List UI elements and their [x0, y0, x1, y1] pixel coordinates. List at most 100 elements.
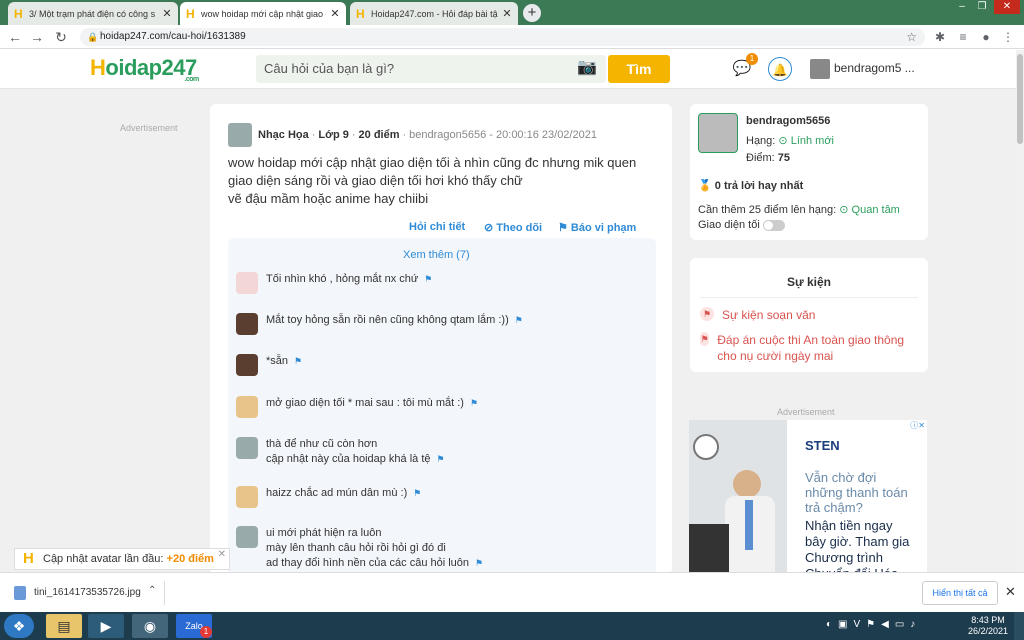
new-tab-button[interactable]: + — [523, 4, 541, 22]
media-icon[interactable]: ≡ — [955, 29, 971, 45]
follow-button[interactable]: ⊘ Theo dõi — [484, 221, 542, 234]
ad-label: Advertisement — [777, 407, 835, 417]
back-icon[interactable]: ← — [6, 28, 24, 46]
comment-item: Mắt toy hỏng sẵn rồi nên cũng không qtam… — [236, 313, 523, 335]
avatar[interactable] — [236, 354, 258, 376]
browser-tab-strip: H 3/ Một trạm phát điện có công s ✕ H wo… — [0, 0, 1024, 25]
avatar[interactable] — [698, 113, 738, 153]
report-button[interactable]: ⚑ Báo vi phạm — [558, 221, 636, 234]
ad-close-icon[interactable]: ⓘ✕ — [907, 420, 925, 430]
flag-icon[interactable]: ⚑ — [437, 454, 445, 464]
avatar[interactable] — [236, 396, 258, 418]
comment-item: Tối nhìn khó , hỏng mắt nx chứ ⚑ — [236, 272, 432, 294]
flag-icon: ⚑ — [700, 307, 714, 321]
author-time: bendragon5656 - 20:00:16 23/02/2021 — [409, 129, 597, 141]
comment-text: mở giao diện tối * mai sau : tôi mù mắt … — [266, 397, 464, 409]
flag-icon[interactable]: ⚑ — [515, 315, 523, 325]
username[interactable]: bendragom5 ... — [834, 61, 915, 75]
clock[interactable]: 8:43 PM 26/2/2021 — [966, 615, 1010, 637]
browser-tab[interactable]: H 3/ Một trạm phát điện có công s ✕ — [8, 2, 178, 25]
comment-item: *sẵn ⚑ — [236, 354, 302, 376]
close-icon[interactable]: ✕ — [218, 545, 226, 565]
close-window-icon[interactable]: ✕ — [994, 0, 1020, 14]
tab-title: 3/ Một trạm phát điện có công s — [29, 8, 156, 19]
comment-text: *sẵn — [266, 355, 289, 367]
folder-icon[interactable]: ▤ — [46, 614, 82, 638]
camera-icon[interactable]: 📷 — [576, 57, 598, 79]
hoidap-favicon: H — [186, 6, 195, 21]
flag-icon: ⚑ — [558, 222, 571, 234]
hoidap-favicon: H — [356, 6, 365, 21]
browser-tab[interactable]: H Hoidap247.com - Hỏi đáp bài tập ✕ — [350, 2, 518, 25]
avatar[interactable] — [236, 313, 258, 335]
start-icon[interactable]: ❖ — [4, 614, 34, 638]
media-player-icon[interactable]: ▶ — [88, 614, 124, 638]
rank-icon: ⊙ — [839, 204, 849, 216]
close-tab-icon[interactable]: ✕ — [162, 7, 172, 20]
comment-item: ui mới phát hiện ra luôn mày lên thanh câ… — [236, 526, 483, 571]
forward-icon[interactable]: → — [28, 28, 46, 46]
scrollbar-thumb[interactable] — [1017, 54, 1023, 144]
flag-icon[interactable]: ⚑ — [413, 488, 421, 498]
ad-line2: Nhận tiền ngay bây giờ. Tham gia Chương … — [805, 518, 910, 572]
scrollbar[interactable] — [1016, 50, 1024, 572]
comment-item: mở giao diện tối * mai sau : tôi mù mắt … — [236, 396, 478, 418]
follow-icon: ⊘ — [484, 222, 497, 234]
ad-line1: Vẫn chờ đợi những thanh toán trả chậm? — [805, 470, 908, 515]
dark-mode-toggle[interactable] — [762, 219, 785, 231]
flag-icon[interactable]: ⚑ — [475, 558, 483, 568]
chevron-up-icon[interactable]: ⌃ — [148, 585, 156, 596]
bookmark-star-icon[interactable]: ☆ — [906, 28, 917, 46]
flag-icon[interactable]: ⚑ — [294, 356, 302, 366]
menu-icon[interactable]: ⋮ — [1000, 29, 1016, 45]
avatar[interactable] — [236, 272, 258, 294]
show-all-button[interactable]: Hiển thị tất cả — [922, 581, 998, 605]
subject-label[interactable]: Nhạc Họa — [258, 129, 309, 141]
reload-icon[interactable]: ↻ — [52, 28, 70, 46]
maximize-icon[interactable]: ❐ — [972, 0, 992, 14]
avatar[interactable] — [236, 486, 258, 508]
events-title: Sự kiện — [786, 275, 832, 289]
search-button[interactable]: Tìm — [608, 55, 670, 83]
person-head — [733, 470, 761, 498]
chrome-icon[interactable]: ◉ — [132, 614, 168, 638]
close-tab-icon[interactable]: ✕ — [330, 7, 340, 20]
rank-label: Hạng: — [746, 135, 776, 147]
show-desktop-button[interactable] — [1014, 612, 1024, 640]
advertisement-banner[interactable]: STEN ⓘ✕ Vẫn chờ đợi những thanh toán trả… — [689, 420, 927, 572]
avatar-update-toast[interactable]: H Cập nhật avatar lần đầu: +20 điểm ✕ — [14, 548, 230, 570]
rank-value: Lính mới — [790, 135, 834, 147]
comment-text: Tối nhìn khó , hỏng mắt nx chứ — [266, 273, 419, 285]
flag-icon[interactable]: ⚑ — [470, 398, 478, 408]
question-line: giao diện sáng rồi và giao diện tối hơi … — [228, 173, 523, 188]
see-more-link[interactable]: Xem thêm (7) — [403, 249, 470, 261]
flag-icon: ⚑ — [700, 332, 710, 346]
zalo-icon[interactable]: Zalo 1 — [176, 614, 212, 638]
avatar[interactable] — [236, 526, 258, 548]
browser-tab-active[interactable]: H wow hoidap mới cập nhật giao d ✕ — [180, 2, 346, 25]
extensions-icon[interactable]: ✱ — [932, 29, 948, 45]
site-header: Hoidap247 .com Câu hỏi của bạn là gì? 📷 T… — [0, 49, 1024, 89]
ask-detail-button[interactable]: Hỏi chi tiết — [409, 221, 465, 233]
system-tray-icons[interactable]: ◐▣V⚑◀▭♪ — [826, 619, 921, 630]
bell-icon[interactable]: 🔔 — [768, 57, 792, 81]
avatar[interactable] — [810, 59, 830, 79]
avatar[interactable] — [228, 123, 252, 147]
event-link[interactable]: ⚑ Đáp án cuộc thi An toàn giao thông cho … — [700, 332, 920, 364]
avatar[interactable] — [236, 437, 258, 459]
close-icon[interactable]: ✕ — [1005, 584, 1016, 600]
message-icon[interactable]: 💬 1 — [730, 53, 758, 81]
event-link[interactable]: ⚑ Sự kiện soạn văn — [700, 307, 920, 323]
toast-text: Cập nhật avatar lần đầu: — [43, 553, 164, 565]
profile-name[interactable]: bendragom5656 — [746, 115, 830, 127]
lock-icon: 🔒 — [87, 32, 99, 42]
download-file-name[interactable]: tini_1614173535726.jpg — [34, 587, 141, 598]
site-logo[interactable]: Hoidap247 .com — [90, 55, 199, 83]
minimize-icon[interactable]: – — [952, 0, 972, 14]
flag-icon[interactable]: ⚑ — [424, 274, 432, 284]
url-field[interactable]: 🔒 hoidap247.com/cau-hoi/1631389 ☆ — [80, 28, 925, 46]
close-tab-icon[interactable]: ✕ — [502, 7, 512, 20]
search-input[interactable]: Câu hỏi của bạn là gì? — [256, 55, 606, 83]
profile-icon[interactable]: ● — [978, 29, 994, 45]
chair — [689, 524, 729, 572]
